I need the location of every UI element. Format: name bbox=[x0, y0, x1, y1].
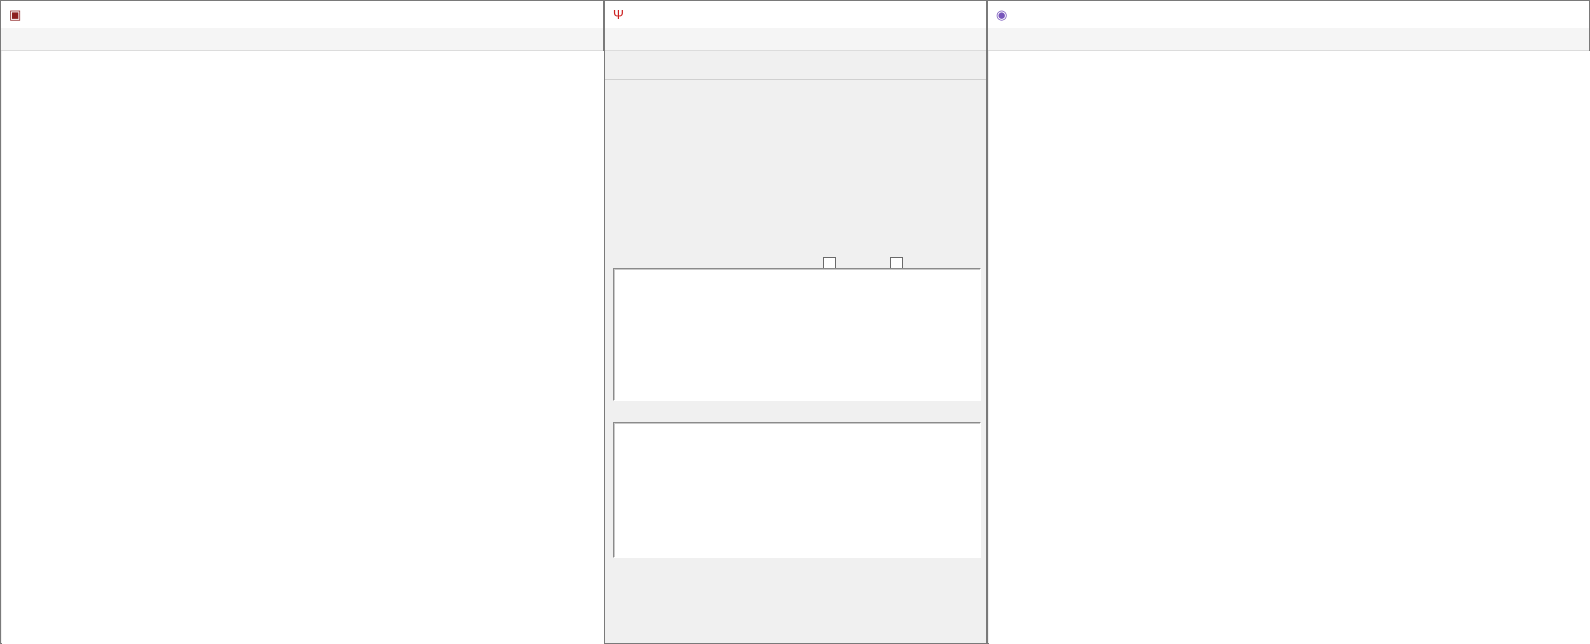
pattern-chart-area bbox=[989, 51, 1590, 644]
geometry-minimize-button[interactable] bbox=[501, 2, 535, 28]
comment-textbox[interactable] bbox=[613, 422, 981, 558]
pattern-minimize-button[interactable] bbox=[1487, 2, 1521, 28]
geometry-window: ▣ bbox=[0, 0, 604, 644]
polar-chart[interactable] bbox=[989, 51, 1590, 644]
pattern-titlebar[interactable]: ◉ bbox=[988, 1, 1589, 29]
pattern-app-icon: ◉ bbox=[996, 7, 1007, 23]
app-stage: ▣ Ψ bbox=[0, 0, 1590, 644]
geometry-close-button[interactable] bbox=[569, 2, 603, 28]
geometry-statusbar bbox=[2, 617, 604, 644]
pattern-menubar bbox=[988, 28, 1589, 51]
geometry-app-icon: ▣ bbox=[9, 7, 21, 23]
main-window: Ψ bbox=[604, 0, 987, 644]
pattern-window: ◉ bbox=[987, 0, 1590, 644]
geometry-3d-view[interactable] bbox=[2, 73, 604, 617]
pattern-close-button[interactable] bbox=[1555, 2, 1589, 28]
geometry-maximize-button[interactable] bbox=[535, 2, 569, 28]
pattern-maximize-button[interactable] bbox=[1521, 2, 1555, 28]
geometry-info-bar bbox=[2, 51, 604, 73]
environment-textbox[interactable] bbox=[613, 268, 981, 401]
main-form bbox=[605, 1, 988, 644]
geometry-titlebar[interactable]: ▣ bbox=[1, 1, 603, 29]
geometry-menubar bbox=[1, 28, 603, 51]
